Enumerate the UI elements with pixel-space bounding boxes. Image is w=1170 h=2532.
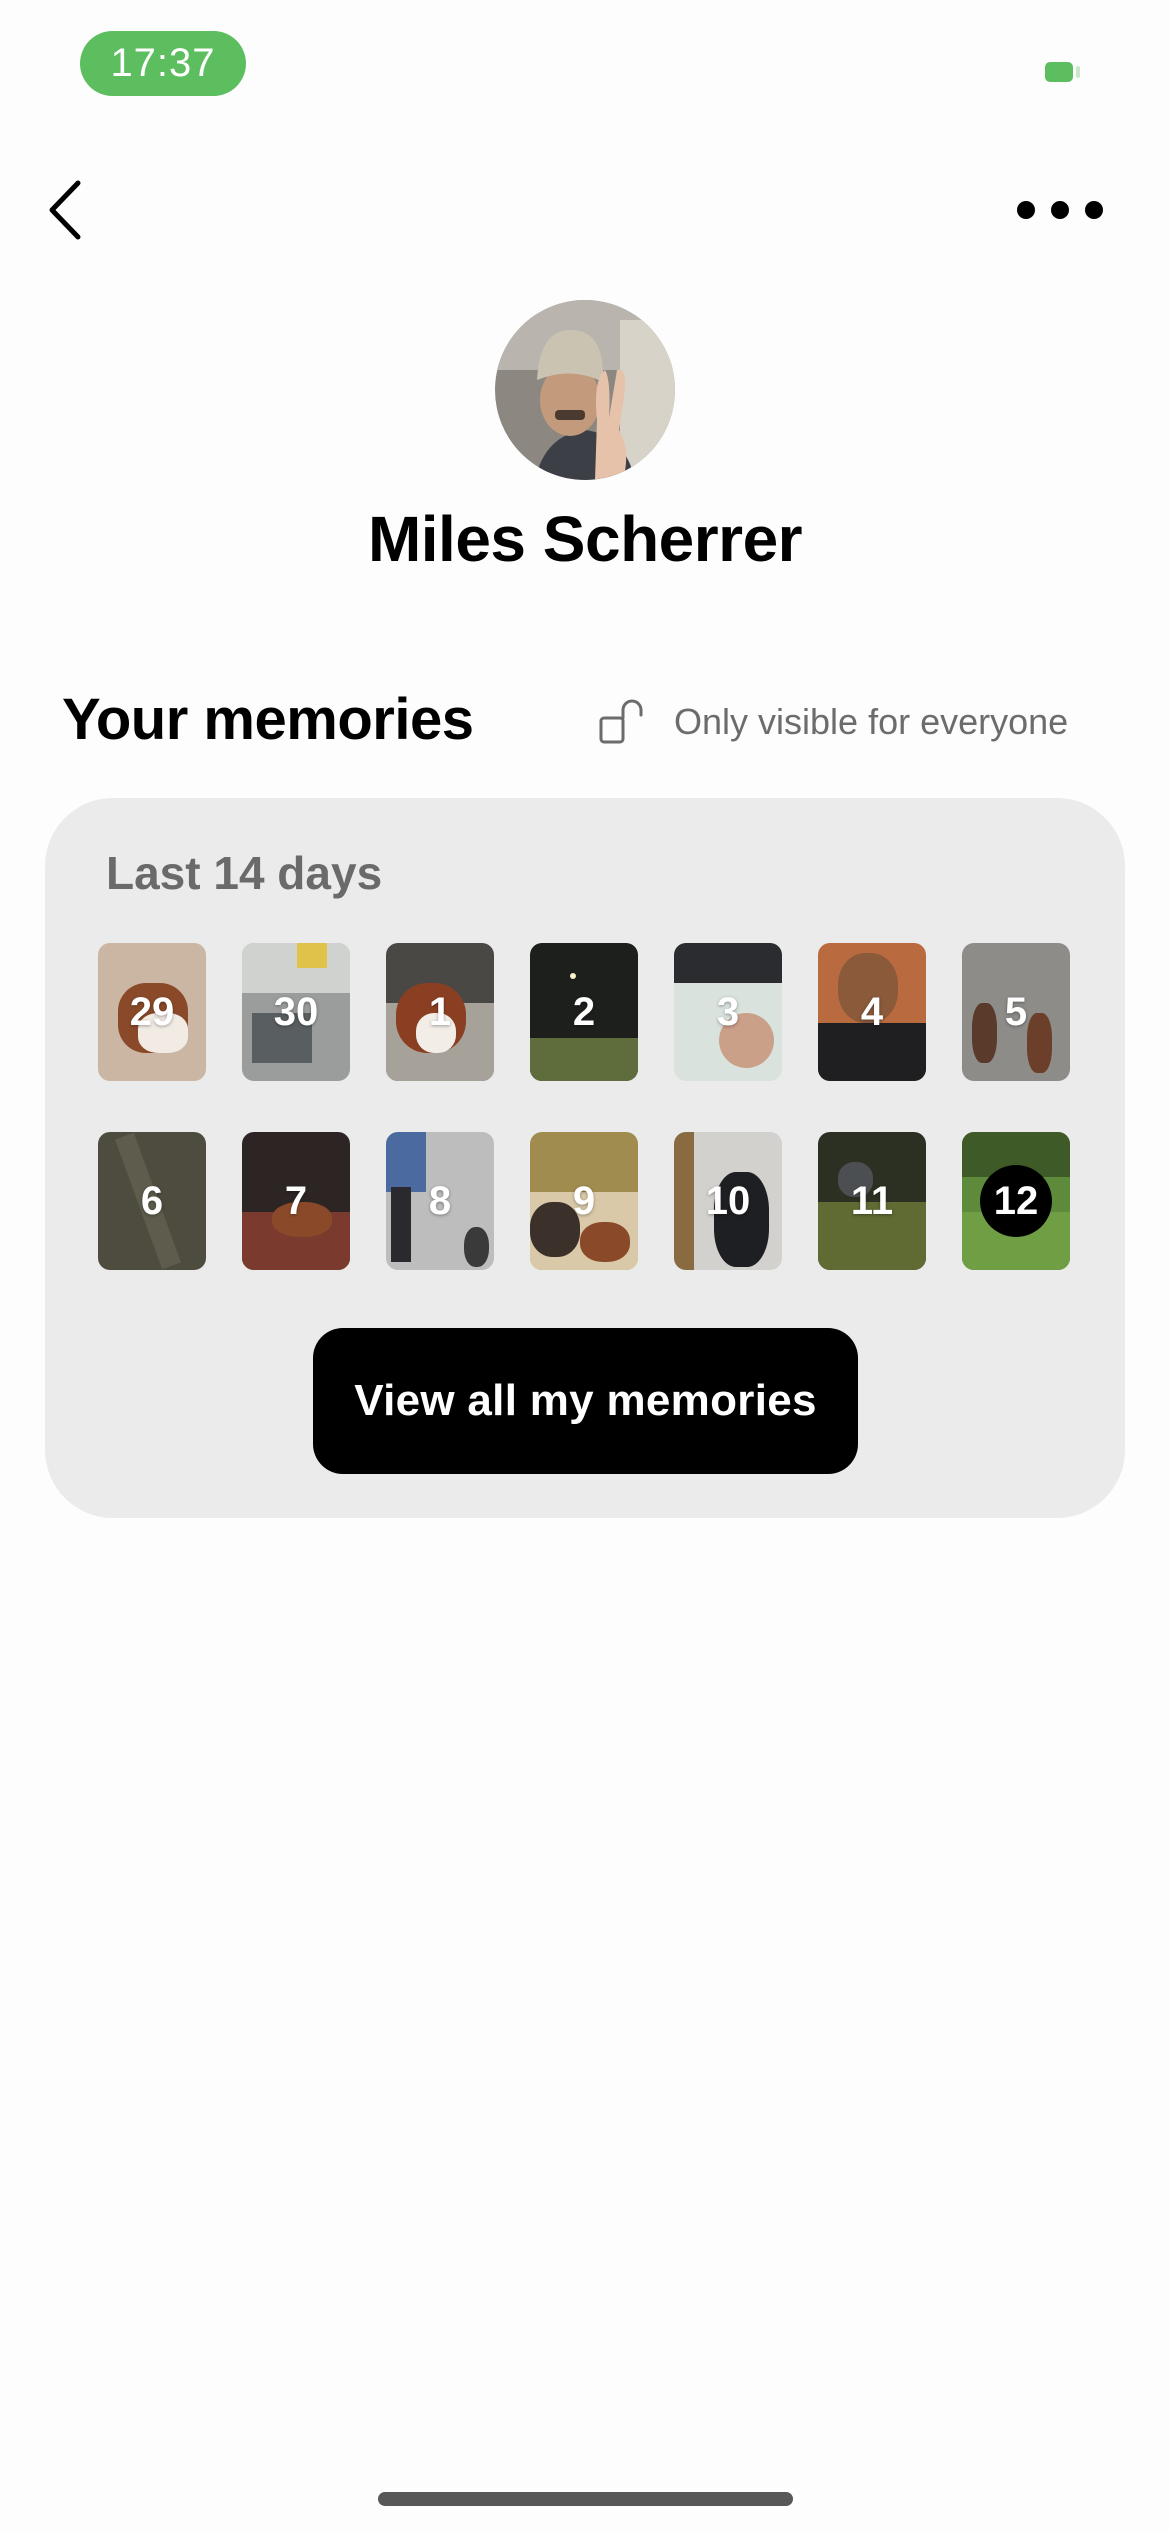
view-all-memories-button[interactable]: View all my memories: [313, 1328, 858, 1474]
day-label: 7: [284, 1178, 308, 1223]
day-label: 2: [572, 989, 596, 1034]
day-label: 29: [129, 989, 175, 1034]
more-options-button[interactable]: [1010, 190, 1110, 230]
memory-thumbnail[interactable]: 1: [386, 943, 494, 1081]
memory-thumbnail[interactable]: 10: [674, 1132, 782, 1270]
memory-thumbnail[interactable]: 6: [98, 1132, 206, 1270]
memories-grid: 29 30 1 2 3 4 5 6 7 8 9 10 11 12: [98, 943, 1074, 1270]
memories-card: Last 14 days 29 30 1 2 3 4 5 6 7 8 9 10 …: [45, 798, 1125, 1518]
memory-thumbnail[interactable]: 8: [386, 1132, 494, 1270]
day-label: 9: [572, 1178, 596, 1223]
day-label: 30: [273, 989, 319, 1034]
profile-name: Miles Scherrer: [367, 503, 803, 575]
memory-thumbnail[interactable]: 9: [530, 1132, 638, 1270]
memory-thumbnail[interactable]: 5: [962, 943, 1070, 1081]
day-label: 3: [716, 989, 740, 1034]
profile-photo: [495, 300, 675, 480]
chevron-left-icon: [49, 180, 81, 240]
memory-thumbnail-today[interactable]: 12: [962, 1132, 1070, 1270]
memory-thumbnail[interactable]: 4: [818, 943, 926, 1081]
home-indicator[interactable]: [378, 2492, 793, 2506]
status-time[interactable]: 17:37: [80, 31, 246, 96]
day-label: 6: [140, 1178, 164, 1223]
avatar[interactable]: [495, 300, 675, 480]
day-label: 11: [850, 1178, 894, 1223]
day-label: 12: [980, 1165, 1052, 1237]
more-horizontal-icon: [1017, 201, 1103, 219]
card-title: Last 14 days: [106, 847, 383, 899]
memory-thumbnail[interactable]: 30: [242, 943, 350, 1081]
memory-thumbnail[interactable]: 11: [818, 1132, 926, 1270]
memory-thumbnail[interactable]: 29: [98, 943, 206, 1081]
day-label: 8: [428, 1178, 452, 1223]
today-badge: 12: [962, 1132, 1070, 1270]
unlocked-padlock-icon: [599, 699, 643, 744]
visibility-setting[interactable]: Only visible for everyone: [598, 697, 1068, 747]
memories-title: Your memories: [62, 687, 474, 752]
day-label: 5: [1004, 989, 1028, 1034]
day-label: 1: [428, 989, 452, 1034]
battery-cap: [1076, 66, 1080, 78]
day-label: 4: [860, 989, 884, 1034]
back-button[interactable]: [40, 175, 100, 245]
day-label: 10: [705, 1178, 751, 1223]
memory-thumbnail[interactable]: 2: [530, 943, 638, 1081]
memory-thumbnail[interactable]: 3: [674, 943, 782, 1081]
memory-thumbnail[interactable]: 7: [242, 1132, 350, 1270]
battery-icon: [1045, 62, 1073, 82]
visibility-text: Only visible for everyone: [674, 701, 1069, 742]
